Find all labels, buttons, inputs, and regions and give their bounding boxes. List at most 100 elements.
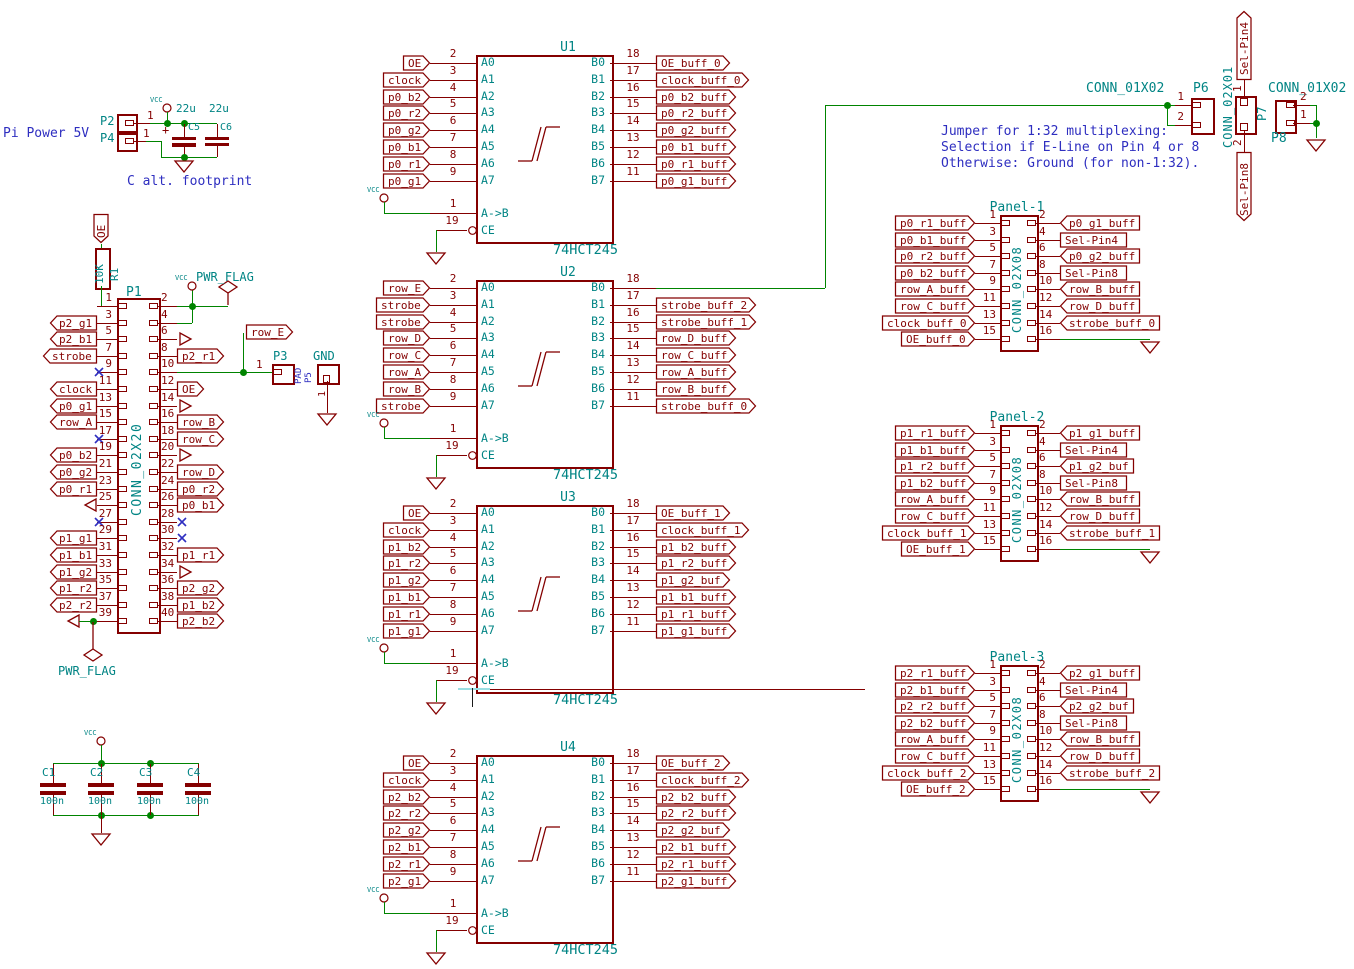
global-label-p0_b1_buff[interactable]: p0_b1_buff bbox=[895, 232, 976, 248]
global-label-row_D[interactable]: row_D bbox=[383, 330, 431, 346]
global-label-p1_g1[interactable]: p1_g1 bbox=[383, 623, 431, 639]
global-label-strobe_buff_1[interactable]: strobe_buff_1 bbox=[1060, 525, 1161, 541]
global-label-OE_buff_0[interactable]: OE_buff_0 bbox=[901, 331, 976, 347]
value-c3[interactable]: 100n bbox=[137, 797, 161, 807]
global-label-strobe_buff_2[interactable]: strobe_buff_2 bbox=[656, 297, 757, 313]
global-label-OE[interactable]: OE bbox=[403, 505, 431, 521]
global-label-row_A_buff[interactable]: row_A_buff bbox=[895, 491, 976, 507]
global-label-p1_b2[interactable]: p1_b2 bbox=[383, 539, 431, 555]
value-U2[interactable]: 74HCT245 bbox=[553, 469, 618, 483]
global-label-p0_g1_buff[interactable]: p0_g1_buff bbox=[1060, 215, 1141, 231]
global-label-p0_g1_buff[interactable]: p0_g1_buff bbox=[656, 173, 737, 189]
global-label-p2_b1_buff[interactable]: p2_b1_buff bbox=[656, 839, 737, 855]
global-label-p2_b2_buff[interactable]: p2_b2_buff bbox=[656, 789, 737, 805]
global-label-OE[interactable]: OE bbox=[403, 55, 431, 71]
global-label-row_D_buff[interactable]: row_D_buff bbox=[1060, 508, 1141, 524]
global-label-strobe_buff_1[interactable]: strobe_buff_1 bbox=[656, 314, 757, 330]
value-U1[interactable]: 74HCT245 bbox=[553, 244, 618, 258]
ref-p3[interactable]: P3 bbox=[273, 350, 287, 362]
global-label-OE_buff_0[interactable]: OE_buff_0 bbox=[656, 55, 731, 71]
global-label-p0_r2[interactable]: p0_r2 bbox=[383, 105, 431, 121]
value-c4[interactable]: 100n bbox=[185, 797, 209, 807]
ref-p4[interactable]: P4 bbox=[100, 132, 114, 144]
global-label-p1_b1_buff[interactable]: p1_b1_buff bbox=[656, 589, 737, 605]
global-label-p0_r1_buff[interactable]: p0_r1_buff bbox=[656, 156, 737, 172]
ref-p8[interactable]: P8 bbox=[1271, 132, 1287, 145]
global-label-strobe_buff_2[interactable]: strobe_buff_2 bbox=[1060, 765, 1161, 781]
ref-c1[interactable]: C1 bbox=[42, 767, 55, 778]
global-label-row_D_buff[interactable]: row_D_buff bbox=[1060, 748, 1141, 764]
note-pi-power[interactable]: Pi Power 5V bbox=[3, 126, 89, 141]
value-r1[interactable]: 10K bbox=[94, 264, 105, 284]
ref-panel-2[interactable]: Panel-2 bbox=[990, 411, 1045, 424]
global-label-p1_g2_buf[interactable]: p1_g2_buf bbox=[1060, 458, 1135, 474]
value-p7[interactable]: CONN_02X01 bbox=[1222, 66, 1234, 148]
global-label-row_C_buff[interactable]: row_C_buff bbox=[895, 508, 976, 524]
global-label-p0_g2[interactable]: p0_g2 bbox=[383, 122, 431, 138]
global-label-Sel-Pin4[interactable]: Sel-Pin4 bbox=[1060, 232, 1128, 248]
global-label-p2_r2_buff[interactable]: p2_r2_buff bbox=[656, 805, 737, 821]
global-label-p1_r2[interactable]: p1_r2 bbox=[383, 555, 431, 571]
global-label-clock_buff_1[interactable]: clock_buff_1 bbox=[882, 525, 976, 541]
ref-p1[interactable]: P1 bbox=[126, 286, 142, 299]
global-label-OE[interactable]: OE bbox=[403, 755, 431, 771]
global-label-row_C[interactable]: row_C bbox=[383, 347, 431, 363]
global-label-p0_b2_buff[interactable]: p0_b2_buff bbox=[895, 265, 976, 281]
global-label-strobe_buff_0[interactable]: strobe_buff_0 bbox=[656, 398, 757, 414]
global-label-OE-vert[interactable]: OE bbox=[93, 214, 110, 244]
ref-panel-1[interactable]: Panel-1 bbox=[990, 201, 1045, 214]
global-label-clock_buff_1[interactable]: clock_buff_1 bbox=[656, 522, 750, 538]
global-label-p0_r2_buff[interactable]: p0_r2_buff bbox=[656, 105, 737, 121]
global-label-p0_g2_buff[interactable]: p0_g2_buff bbox=[1060, 248, 1141, 264]
global-label-p0_b2[interactable]: p0_b2 bbox=[50, 447, 98, 463]
global-label-row_B_buff[interactable]: row_B_buff bbox=[1060, 491, 1141, 507]
global-label-clock[interactable]: clock bbox=[383, 72, 431, 88]
global-label-clock[interactable]: clock bbox=[383, 772, 431, 788]
note-jumper-line2[interactable]: Selection if E-Line on Pin 4 or 8 bbox=[941, 140, 1199, 155]
global-label-row_A_buff[interactable]: row_A_buff bbox=[895, 281, 976, 297]
global-label-clock_buff_0[interactable]: clock_buff_0 bbox=[656, 72, 750, 88]
global-label-p1_r2_buff[interactable]: p1_r2_buff bbox=[895, 458, 976, 474]
ref-p7[interactable]: P7 bbox=[1256, 107, 1268, 121]
ref-U2[interactable]: U2 bbox=[560, 266, 576, 279]
global-label-p0_g1[interactable]: p0_g1 bbox=[383, 173, 431, 189]
global-label-row_A_buff[interactable]: row_A_buff bbox=[895, 731, 976, 747]
global-label-OE[interactable]: OE bbox=[177, 381, 205, 397]
global-label-p0_g2[interactable]: p0_g2 bbox=[50, 464, 98, 480]
global-label-p2_b1[interactable]: p2_b1 bbox=[383, 839, 431, 855]
global-label-strobe[interactable]: strobe bbox=[376, 314, 431, 330]
global-label-row_A_buff[interactable]: row_A_buff bbox=[656, 364, 737, 380]
global-label-OE_buff_1[interactable]: OE_buff_1 bbox=[656, 505, 731, 521]
global-label-Sel-Pin8[interactable]: Sel-Pin8 bbox=[1060, 715, 1128, 731]
ref-p6[interactable]: P6 bbox=[1193, 82, 1209, 95]
global-label-p1_b1[interactable]: p1_b1 bbox=[383, 589, 431, 605]
global-label-clock[interactable]: clock bbox=[383, 522, 431, 538]
global-label-row_B_buff[interactable]: row_B_buff bbox=[656, 381, 737, 397]
global-label-p0_b1_buff[interactable]: p0_b1_buff bbox=[656, 139, 737, 155]
note-jumper-line3[interactable]: Otherwise: Ground (for non-1:32). bbox=[941, 156, 1199, 171]
global-label-p0_b2_buff[interactable]: p0_b2_buff bbox=[656, 89, 737, 105]
global-label-p2_g2[interactable]: p2_g2 bbox=[383, 822, 431, 838]
global-label-p1_r1[interactable]: p1_r1 bbox=[177, 547, 225, 563]
global-label-p0_r2_buff[interactable]: p0_r2_buff bbox=[895, 248, 976, 264]
global-label-Sel-Pin8[interactable]: Sel-Pin8 bbox=[1060, 475, 1128, 491]
ref-c2[interactable]: C2 bbox=[90, 767, 103, 778]
global-label-strobe[interactable]: strobe bbox=[376, 398, 431, 414]
global-label-OE_buff_1[interactable]: OE_buff_1 bbox=[901, 541, 976, 557]
value-p1[interactable]: CONN_02X20 bbox=[131, 423, 144, 516]
global-label-row_B[interactable]: row_B bbox=[383, 381, 431, 397]
note-c-alt-footprint[interactable]: C alt. footprint bbox=[127, 174, 252, 189]
global-label-p1_g2[interactable]: p1_g2 bbox=[383, 572, 431, 588]
pwr-flag-label[interactable]: PWR_FLAG bbox=[196, 271, 254, 283]
global-label-p0_r1_buff[interactable]: p0_r1_buff bbox=[895, 215, 976, 231]
value-p6[interactable]: CONN_01X02 bbox=[1086, 82, 1164, 95]
global-label-row_E[interactable]: row_E bbox=[246, 324, 294, 340]
global-label-clock_buff_0[interactable]: clock_buff_0 bbox=[882, 315, 976, 331]
ref-r1[interactable]: R1 bbox=[109, 268, 120, 281]
global-label-row_C_buff[interactable]: row_C_buff bbox=[656, 347, 737, 363]
global-label-row_B[interactable]: row_B bbox=[177, 414, 225, 430]
value-U4[interactable]: 74HCT245 bbox=[553, 944, 618, 958]
global-label-p2_g2_buf[interactable]: p2_g2_buf bbox=[656, 822, 731, 838]
ref-c3[interactable]: C3 bbox=[139, 767, 152, 778]
value-c1[interactable]: 100n bbox=[40, 797, 64, 807]
